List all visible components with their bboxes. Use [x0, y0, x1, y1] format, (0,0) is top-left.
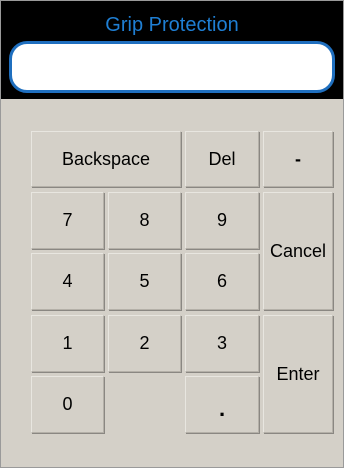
backspace-key[interactable]: Backspace — [31, 131, 181, 187]
minus-key[interactable]: - — [263, 131, 333, 187]
grip-protection-dialog: Grip Protection Backspace Del - 7 8 9 Ca… — [0, 0, 344, 468]
digit-8-key[interactable]: 8 — [108, 192, 181, 249]
enter-key[interactable]: Enter — [263, 315, 333, 433]
decimal-point-key[interactable]: . — [185, 376, 259, 433]
digit-2-key[interactable]: 2 — [108, 315, 181, 372]
dialog-title: Grip Protection — [105, 14, 239, 36]
digit-4-key[interactable]: 4 — [31, 253, 104, 310]
digit-7-key[interactable]: 7 — [31, 192, 104, 249]
digit-9-key[interactable]: 9 — [185, 192, 259, 249]
digit-0-key[interactable]: 0 — [31, 376, 104, 433]
digit-5-key[interactable]: 5 — [108, 253, 181, 310]
cancel-key[interactable]: Cancel — [263, 192, 333, 310]
numeric-keypad: Backspace Del - 7 8 9 Cancel 4 5 6 1 2 3… — [1, 99, 343, 467]
digit-3-key[interactable]: 3 — [185, 315, 259, 372]
delete-key[interactable]: Del — [185, 131, 259, 187]
digit-6-key[interactable]: 6 — [185, 253, 259, 310]
dialog-header: Grip Protection — [1, 1, 343, 99]
value-display-field[interactable] — [9, 41, 335, 93]
digit-1-key[interactable]: 1 — [31, 315, 104, 372]
